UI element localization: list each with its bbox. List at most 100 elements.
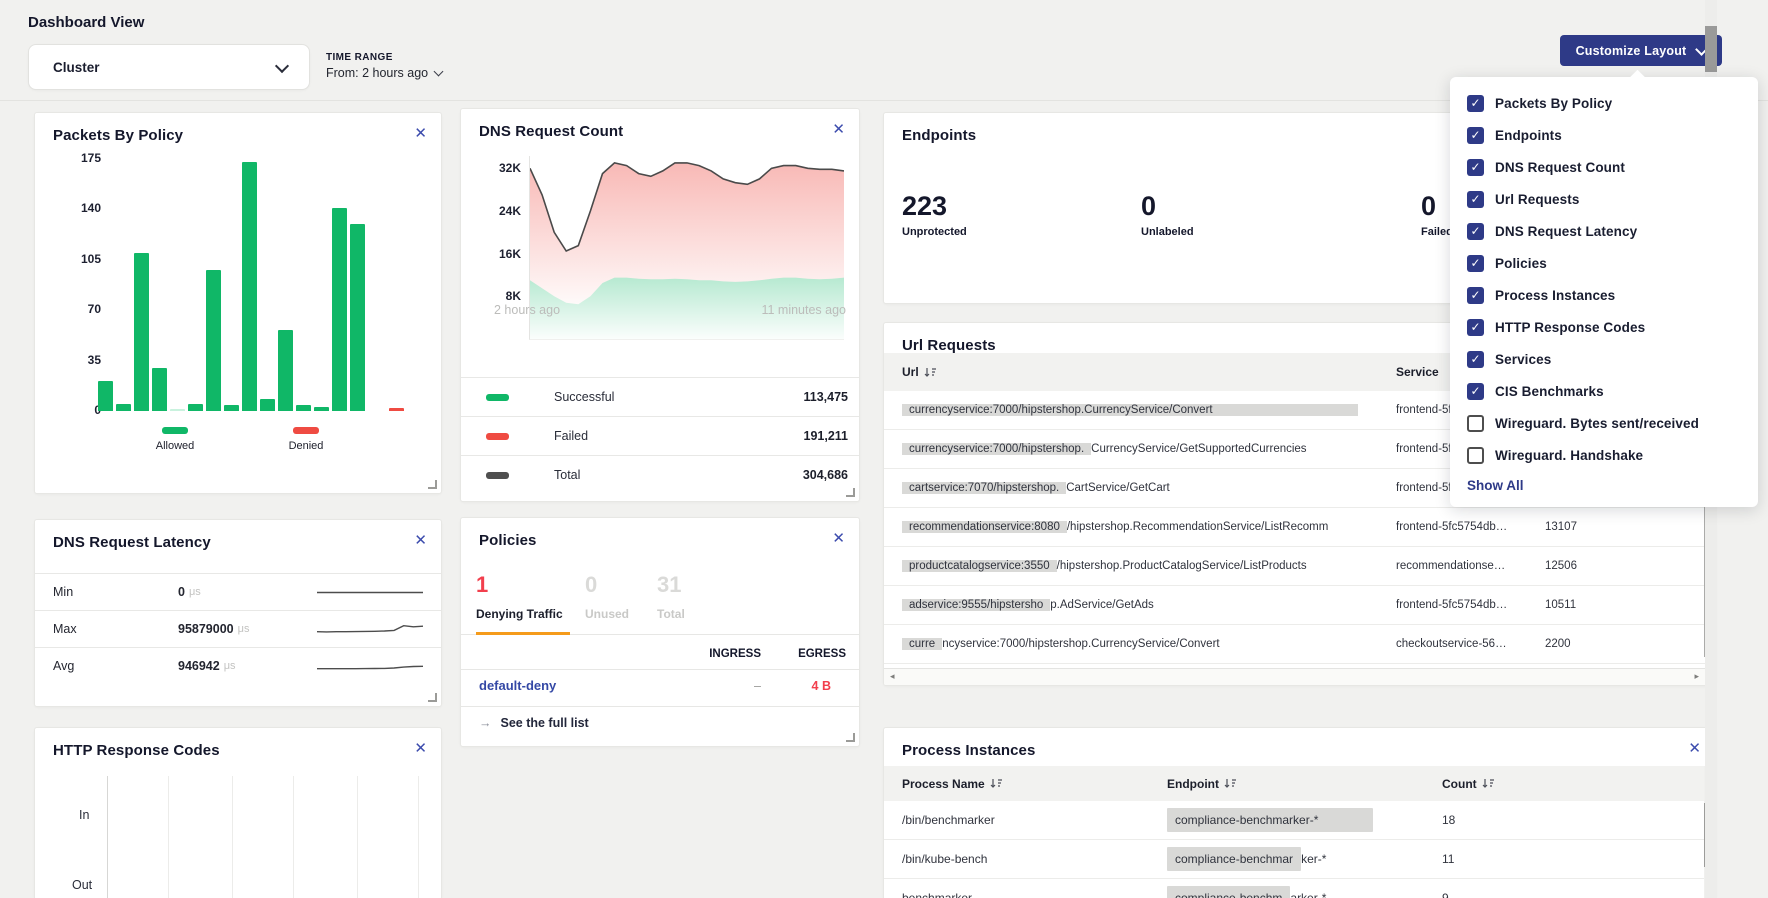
legend-value: 304,686 bbox=[803, 468, 848, 482]
bar bbox=[116, 404, 131, 411]
scroll-left-arrow-icon[interactable]: ◂ bbox=[890, 671, 895, 682]
divider bbox=[461, 669, 859, 670]
checkbox-checked-icon[interactable]: ✓ bbox=[1467, 319, 1484, 336]
scroll-right-arrow-icon[interactable]: ▸ bbox=[1694, 671, 1699, 682]
count-cell: 12506 bbox=[1545, 560, 1577, 572]
table-row[interactable]: benchmarkercompliance-benchmarker-*9 bbox=[884, 879, 1715, 898]
menu-item-policies[interactable]: ✓Policies bbox=[1450, 247, 1758, 279]
checkbox-checked-icon[interactable]: ✓ bbox=[1467, 223, 1484, 240]
tab-unused[interactable]: 0Unused bbox=[585, 574, 629, 621]
stat-label: Unprotected bbox=[902, 226, 967, 238]
close-icon[interactable]: ✕ bbox=[832, 120, 845, 138]
checkbox-checked-icon[interactable]: ✓ bbox=[1467, 127, 1484, 144]
table-row[interactable]: /bin/benchmarkercompliance-benchmarker-*… bbox=[884, 801, 1715, 840]
checkbox-unchecked-icon[interactable] bbox=[1467, 447, 1484, 464]
see-full-list-link[interactable]: → See the full list bbox=[479, 716, 589, 730]
y-tick-label: 0 bbox=[61, 403, 101, 417]
customize-layout-menu: ✓Packets By Policy✓Endpoints✓DNS Request… bbox=[1450, 77, 1758, 507]
table-row[interactable]: /bin/kube-benchcompliance-benchmarker-*1… bbox=[884, 840, 1715, 879]
legend-row-failed[interactable]: Failed191,211 bbox=[461, 416, 859, 455]
checkbox-checked-icon[interactable]: ✓ bbox=[1467, 351, 1484, 368]
show-all-link[interactable]: Show All bbox=[1467, 478, 1758, 493]
menu-item-http-response-codes[interactable]: ✓ HTTP Response Codes bbox=[1450, 311, 1758, 343]
close-icon[interactable]: ✕ bbox=[832, 529, 845, 547]
resize-handle[interactable] bbox=[846, 488, 855, 497]
column-header-process-name[interactable]: Process Name bbox=[902, 777, 1167, 791]
time-range-from-value: From: 2 hours ago bbox=[326, 66, 428, 80]
checkbox-checked-icon[interactable]: ✓ bbox=[1467, 159, 1484, 176]
latency-value: 95879000 bbox=[178, 622, 234, 636]
view-selector[interactable]: Cluster bbox=[28, 44, 310, 90]
resize-handle[interactable] bbox=[428, 693, 437, 702]
grid-line bbox=[168, 776, 169, 898]
legend-row-total[interactable]: Total 304,686 bbox=[461, 455, 859, 494]
process-name-cell: /bin/kube-bench bbox=[902, 852, 1167, 866]
table-row[interactable]: productcatalogservice:3550/hipstershop.P… bbox=[884, 547, 1715, 586]
menu-item-dns-request-count[interactable]: ✓ DNS Request Count bbox=[1450, 151, 1758, 183]
endpoint-cell: compliance-benchmarker-* bbox=[1167, 852, 1442, 866]
customize-layout-button[interactable]: Customize Layout bbox=[1560, 35, 1722, 66]
menu-item-packets-by-policy[interactable]: ✓Packets By Policy bbox=[1450, 87, 1758, 119]
menu-item-url-requests[interactable]: ✓Url Requests bbox=[1450, 183, 1758, 215]
menu-item-label: DNS Request Count bbox=[1495, 160, 1625, 175]
table-row[interactable]: adservice:9555/hipstershop.AdService/Get… bbox=[884, 586, 1715, 625]
card-title: Process Instances bbox=[902, 742, 1035, 759]
menu-item-process-instances[interactable]: ✓Process Instances bbox=[1450, 279, 1758, 311]
x-axis-right-label: 11 minutes ago bbox=[761, 303, 846, 317]
resize-handle[interactable] bbox=[846, 733, 855, 742]
x-axis-left-label: 2 hours ago bbox=[494, 303, 560, 317]
close-icon[interactable]: ✕ bbox=[1688, 739, 1701, 757]
checkbox-checked-icon[interactable]: ✓ bbox=[1467, 383, 1484, 400]
checkbox-unchecked-icon[interactable] bbox=[1467, 415, 1484, 432]
menu-item-services[interactable]: ✓Services bbox=[1450, 343, 1758, 375]
checkbox-checked-icon[interactable]: ✓ bbox=[1467, 255, 1484, 272]
policy-link[interactable]: default-deny bbox=[479, 678, 556, 693]
url-cell: currencyservice:7000/hipstershop.Currenc… bbox=[902, 443, 1396, 455]
legend-label: Total bbox=[554, 468, 580, 482]
table-row[interactable]: recommendationservice:8080/hipstershop.R… bbox=[884, 508, 1715, 547]
menu-item-wireguard-handshake[interactable]: Wireguard. Handshake bbox=[1450, 439, 1758, 471]
bar bbox=[314, 407, 329, 411]
tab-value: 1 bbox=[476, 574, 563, 596]
latency-label: Max bbox=[53, 622, 178, 636]
resize-handle[interactable] bbox=[428, 480, 437, 489]
tab-label: Unused bbox=[585, 607, 629, 621]
table-row[interactable]: currencyservice:7000/hipstershop.Currenc… bbox=[884, 625, 1715, 664]
legend-swatch bbox=[162, 427, 188, 434]
legend-row-successful[interactable]: Successful113,475 bbox=[461, 377, 859, 416]
bar bbox=[242, 162, 257, 411]
column-header-count[interactable]: Count bbox=[1442, 777, 1494, 791]
tab-denying-traffic[interactable]: 1Denying Traffic bbox=[476, 574, 563, 621]
bar bbox=[260, 399, 275, 411]
y-tick-label: 70 bbox=[61, 302, 101, 316]
menu-item-dns-request-latency[interactable]: ✓DNS Request Latency bbox=[1450, 215, 1758, 247]
count-cell: 13107 bbox=[1545, 521, 1577, 533]
chevron-down-icon bbox=[275, 59, 289, 73]
menu-item-cis-benchmarks[interactable]: ✓CIS Benchmarks bbox=[1450, 375, 1758, 407]
stat-failed: 0Failed bbox=[1421, 193, 1453, 238]
column-header-endpoint[interactable]: Endpoint bbox=[1167, 777, 1442, 791]
close-icon[interactable]: ✕ bbox=[414, 531, 427, 549]
tab-total[interactable]: 31Total bbox=[657, 574, 685, 621]
checkbox-checked-icon[interactable]: ✓ bbox=[1467, 191, 1484, 208]
legend-label: Allowed bbox=[147, 440, 203, 452]
endpoint-cell: compliance-benchmarker-* bbox=[1167, 813, 1442, 827]
highlighted-url-text: adservice:9555/hipstersho bbox=[902, 599, 1050, 611]
close-icon[interactable]: ✕ bbox=[414, 739, 427, 757]
checkbox-checked-icon[interactable]: ✓ bbox=[1467, 95, 1484, 112]
card-process-instances: Process Instances ✕ Process Name Endpoin… bbox=[883, 727, 1716, 898]
stat-unprotected: 223Unprotected bbox=[902, 193, 967, 238]
page-scrollbar-thumb[interactable] bbox=[1705, 26, 1717, 72]
menu-item-wireguard-bytes-sent-received[interactable]: Wireguard. Bytes sent/received bbox=[1450, 407, 1758, 439]
latency-label: Min bbox=[53, 585, 178, 599]
card-title: Packets By Policy bbox=[53, 127, 183, 144]
sort-icon bbox=[990, 778, 1002, 789]
menu-item-endpoints[interactable]: ✓Endpoints bbox=[1450, 119, 1758, 151]
menu-item-label: HTTP Response Codes bbox=[1495, 320, 1645, 335]
time-range-from[interactable]: From: 2 hours ago bbox=[326, 66, 442, 80]
checkbox-checked-icon[interactable]: ✓ bbox=[1467, 287, 1484, 304]
column-header-url[interactable]: Url bbox=[902, 365, 1396, 379]
horizontal-scrollbar[interactable] bbox=[884, 668, 1715, 685]
sort-icon bbox=[924, 367, 936, 378]
close-icon[interactable]: ✕ bbox=[414, 124, 427, 142]
